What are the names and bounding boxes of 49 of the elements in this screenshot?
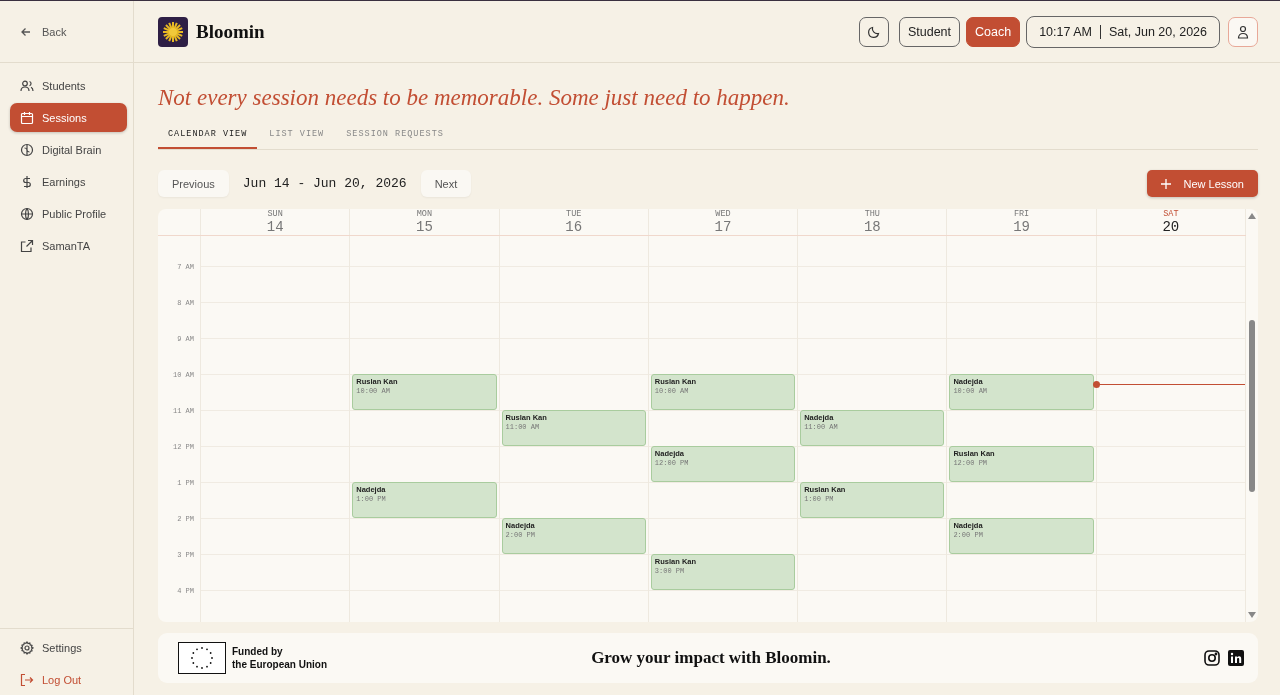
globe-icon	[20, 206, 34, 221]
day-header: TUE 16	[499, 209, 649, 235]
funding-note: Funded by the European Union	[232, 645, 327, 671]
day-header: THU 18	[798, 209, 948, 235]
user-icon	[1236, 24, 1250, 39]
plus-icon	[1161, 178, 1172, 189]
view-tab[interactable]: CALENDAR VIEW	[158, 125, 258, 149]
sidebar-item[interactable]: Digital Brain	[10, 135, 127, 164]
theme-toggle-button[interactable]	[858, 16, 889, 47]
tagline: Not every session needs to be memorable. Some just need to happen.	[158, 85, 791, 111]
moon-icon	[866, 24, 881, 39]
back-link[interactable]: Back	[20, 25, 67, 38]
day-header: FRI 19	[947, 209, 1097, 235]
clock-date: Sat, Jun 20, 2026	[1109, 24, 1207, 39]
users-icon	[20, 78, 34, 93]
day-header: MON 15	[350, 209, 500, 235]
sidebar-item[interactable]: Public Profile	[10, 199, 127, 228]
role-button[interactable]: Student	[898, 16, 961, 47]
role-button[interactable]: Coach	[966, 16, 1021, 47]
day-header: SAT 20	[1096, 209, 1246, 235]
scroll-up-icon	[1248, 213, 1256, 219]
scroll-thumb[interactable]	[1249, 320, 1255, 492]
slogan: Grow your impact with Bloomin.	[591, 648, 831, 668]
flower-logo-icon	[158, 16, 188, 47]
instagram-icon[interactable]	[1204, 650, 1220, 666]
logout-icon	[20, 672, 34, 687]
previous-button[interactable]: Previous	[158, 170, 229, 197]
next-button[interactable]: Next	[420, 170, 472, 197]
sidebar-item[interactable]: Earnings	[10, 167, 127, 196]
eu-flag-icon	[178, 642, 226, 674]
sidebar-item[interactable]: Students	[10, 71, 127, 100]
new-lesson-button[interactable]: New Lesson	[1147, 170, 1258, 197]
linkedin-icon[interactable]	[1228, 650, 1244, 666]
day-header: WED 17	[648, 209, 799, 235]
date-range: Jun 14 - Jun 20, 2026	[242, 176, 407, 191]
sidebar-item[interactable]: SamanTA	[10, 231, 127, 260]
day-header: SUN 14	[201, 209, 351, 235]
clock-time: 10:17 AM	[1039, 24, 1092, 39]
arrow-left-icon	[20, 25, 32, 38]
profile-button[interactable]	[1228, 16, 1258, 47]
brand-name: Bloomin	[196, 20, 265, 43]
settings-link[interactable]: Settings	[10, 633, 127, 662]
calendar-icon	[20, 110, 34, 125]
logout-link[interactable]: Log Out	[10, 665, 127, 694]
gear-icon	[20, 640, 34, 655]
sidebar-item[interactable]: Sessions	[10, 103, 127, 132]
scroll-down-icon	[1248, 612, 1256, 618]
dollar-icon	[20, 174, 34, 189]
external-icon	[20, 238, 34, 253]
